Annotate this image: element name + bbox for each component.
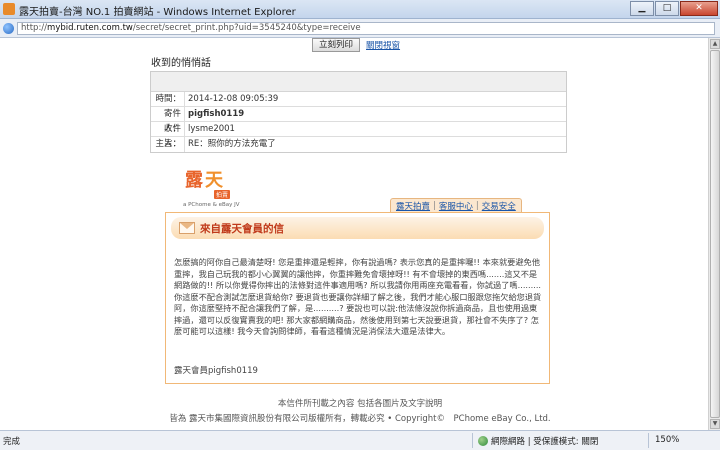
url-path: /secret/secret_print.php?uid=3545240&typ…	[132, 23, 361, 33]
print-button[interactable]: 立刻列印	[312, 38, 361, 52]
scroll-up-arrow-icon[interactable]: ▲	[710, 39, 720, 49]
vertical-scrollbar[interactable]: ▲ ▼	[708, 38, 720, 430]
nav-separator: |	[475, 200, 479, 211]
print-toolbar: 立刻列印 關閉視窗	[312, 38, 400, 52]
url-host: mybid.ruten.com.tw	[47, 23, 133, 33]
message-header-table: 時間： 2014-12-08 09:05:39 寄件人： pigfish0119…	[150, 71, 567, 153]
zone-label: 網際網路 | 受保護模式: 關閉	[491, 437, 599, 447]
ie-page-icon	[3, 23, 14, 34]
subject-value: RE：照你的方法充電了	[188, 139, 276, 149]
recipient-label: 收件人：	[151, 122, 185, 149]
logo-badge: 拍賣	[214, 190, 231, 199]
message-body: 怎麼搞的阿你自己最清楚呀! 您是重摔還是輕摔，你有說過嗎? 表示您真的是重摔囉!…	[174, 257, 542, 336]
envelope-icon	[179, 222, 195, 234]
url-prefix: http://	[21, 23, 48, 33]
sender-label: 寄件人：	[151, 107, 185, 134]
nav-separator: |	[433, 200, 436, 211]
card-header: 來自露天會員的信	[171, 217, 544, 239]
logo-char-1: 露	[185, 170, 203, 191]
address-bar: http://mybid.ruten.com.tw/secret/secret_…	[0, 19, 720, 38]
status-text: 完成	[3, 437, 21, 447]
row-time: 時間： 2014-12-08 09:05:39	[151, 92, 566, 107]
status-divider	[472, 433, 473, 448]
window-controls: ▁ □ ✕	[629, 1, 718, 17]
status-bar: 完成 網際網路 | 受保護模式: 關閉 150%	[0, 430, 720, 450]
scroll-thumb[interactable]	[710, 50, 720, 418]
recipient-value: lysme2001	[188, 124, 235, 134]
close-button[interactable]: ✕	[680, 1, 718, 16]
nav-ruten-auction[interactable]: 露天拍賣	[396, 200, 430, 212]
card-title: 來自露天會員的信	[200, 223, 284, 235]
internet-zone-icon	[478, 436, 488, 446]
row-sender: 寄件人： pigfish0119	[151, 107, 566, 134]
table-header-band	[151, 72, 566, 92]
footer-notice: 本信件所刊載之內容 包括各圖片及文字說明	[277, 399, 443, 409]
app-icon	[3, 3, 15, 15]
message-signature: 露天會員pigfish0119	[174, 366, 258, 376]
time-label: 時間：	[151, 92, 185, 106]
message-card: 來自露天會員的信 怎麼搞的阿你自己最清楚呀! 您是重摔還是輕摔，你有說過嗎? 表…	[165, 212, 550, 384]
logo-subtitle: a PChome & eBay JV	[183, 202, 240, 208]
security-zone[interactable]: 網際網路 | 受保護模式: 關閉	[478, 435, 598, 447]
ruten-logo: 露 天 拍賣 a PChome & eBay JV	[183, 168, 243, 212]
maximize-button[interactable]: □	[655, 1, 679, 16]
nav-trade-safety[interactable]: 交易安全	[482, 200, 516, 212]
site-nav: 露天拍賣 | 客服中心 | 交易安全	[390, 198, 522, 212]
row-subject: 主旨： RE：照你的方法充電了	[151, 137, 566, 152]
footer-copyright: 皆為 露天市集國際資訊股份有限公司版權所有，轉載必究 • Copyright© …	[169, 414, 551, 424]
sender-value: pigfish0119	[188, 109, 245, 119]
page-title: 收到的悄悄話	[151, 58, 211, 69]
page-content: 立刻列印 關閉視窗 收到的悄悄話 時間： 2014-12-08 09:05:39…	[0, 38, 720, 430]
close-window-link[interactable]: 關閉視窗	[366, 39, 400, 51]
status-divider	[648, 433, 649, 448]
row-recipient: 收件人： lysme2001	[151, 122, 566, 149]
url-field[interactable]: http://mybid.ruten.com.tw/secret/secret_…	[17, 22, 715, 35]
minimize-button[interactable]: ▁	[630, 1, 654, 16]
zoom-level[interactable]: 150%	[655, 435, 679, 445]
window-title-bar: 露天拍賣-台灣 NO.1 拍賣網站 - Windows Internet Exp…	[0, 0, 720, 19]
nav-customer-service[interactable]: 客服中心	[439, 200, 473, 212]
subject-label: 主旨：	[151, 137, 185, 152]
scroll-down-arrow-icon[interactable]: ▼	[710, 419, 720, 429]
window-title: 露天拍賣-台灣 NO.1 拍賣網站 - Windows Internet Exp…	[19, 7, 296, 18]
time-value: 2014-12-08 09:05:39	[188, 94, 279, 104]
